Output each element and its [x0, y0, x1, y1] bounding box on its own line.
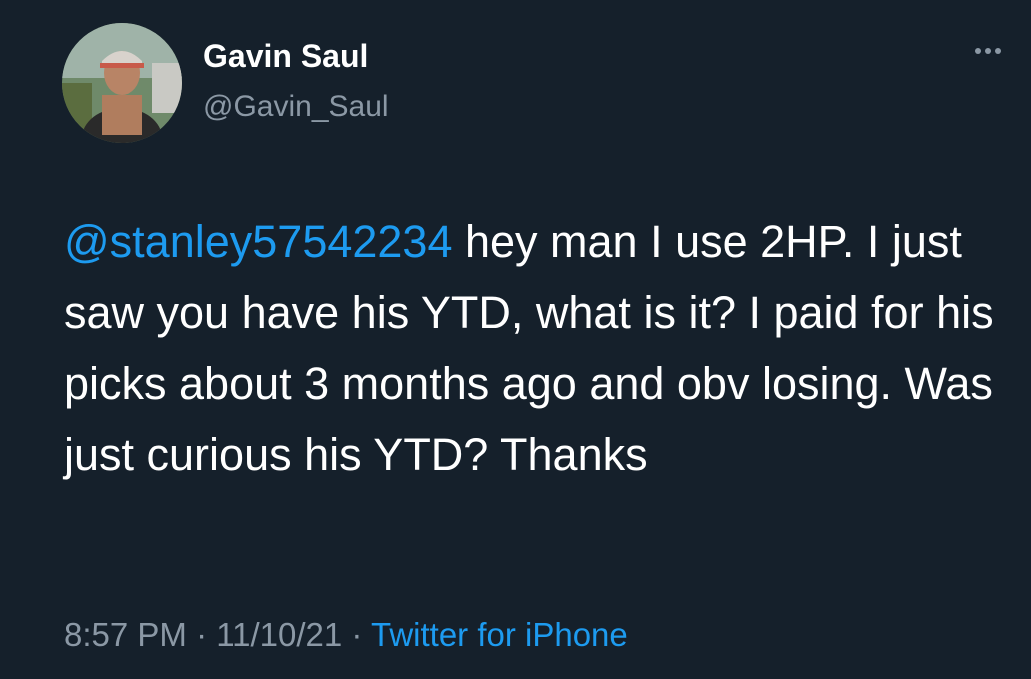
avatar[interactable]: [62, 23, 182, 143]
more-dot: [975, 48, 981, 54]
meta-separator: ·: [342, 616, 371, 653]
avatar-image: [62, 23, 182, 143]
mention-link[interactable]: @stanley57542234: [64, 216, 452, 267]
tweet-card: Gavin Saul @Gavin_Saul @stanley57542234 …: [0, 0, 1031, 679]
author-handle[interactable]: @Gavin_Saul: [203, 92, 389, 122]
meta-separator: ·: [186, 616, 217, 653]
more-dot: [985, 48, 991, 54]
author-display-name[interactable]: Gavin Saul: [203, 40, 368, 72]
tweet-source-link[interactable]: Twitter for iPhone: [371, 616, 628, 653]
tweet-meta: 8:57 PM · 11/10/21 · Twitter for iPhone: [64, 618, 628, 651]
more-options-icon[interactable]: [975, 48, 1001, 54]
tweet-text: @stanley57542234 hey man I use 2HP. I ju…: [64, 206, 1019, 490]
more-dot: [995, 48, 1001, 54]
tweet-time[interactable]: 8:57 PM: [64, 616, 187, 653]
tweet-date[interactable]: 11/10/21: [216, 616, 342, 653]
